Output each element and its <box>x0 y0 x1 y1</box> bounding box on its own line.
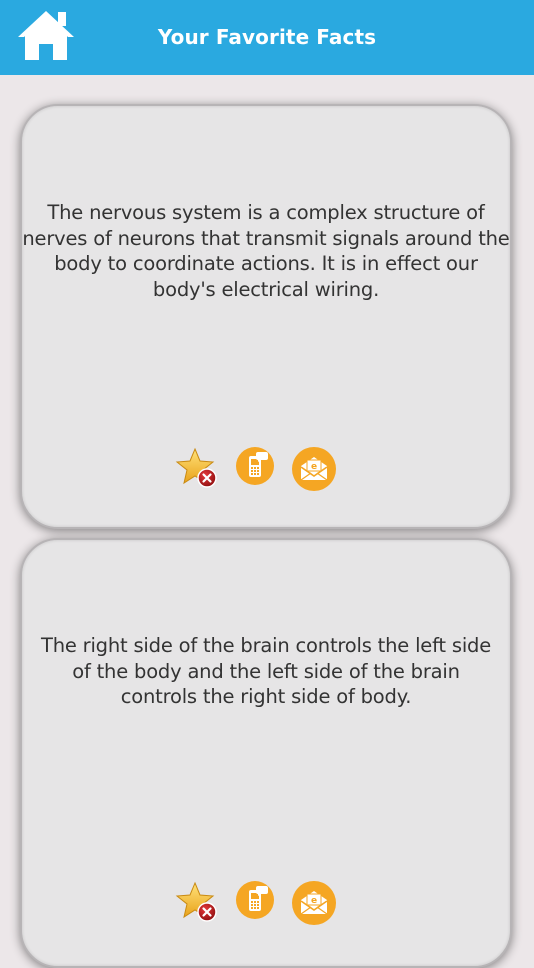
remove-favorite-icon <box>175 881 217 922</box>
fact-card: The nervous system is a complex structur… <box>20 104 512 529</box>
fact-actions: e <box>22 880 510 926</box>
svg-text:e: e <box>311 896 317 906</box>
app-header: Your Favorite Facts <box>0 0 534 75</box>
remove-favorite-button[interactable] <box>175 880 221 926</box>
page-title: Your Favorite Facts <box>157 25 377 49</box>
svg-text:e: e <box>311 462 317 472</box>
email-share-icon: e <box>292 447 336 491</box>
fact-text: The right side of the brain controls the… <box>40 634 492 708</box>
fact-text: The nervous system is a complex structur… <box>22 201 510 301</box>
sms-share-icon <box>236 881 274 919</box>
fact-actions: e <box>22 446 510 492</box>
email-share-button[interactable]: e <box>291 880 337 926</box>
sms-share-icon <box>236 447 274 485</box>
sms-share-button[interactable] <box>235 880 281 926</box>
remove-favorite-button[interactable] <box>175 446 221 492</box>
sms-share-button[interactable] <box>235 446 281 492</box>
email-share-icon: e <box>292 881 336 925</box>
remove-favorite-icon <box>175 447 217 488</box>
fact-card: The right side of the brain controls the… <box>20 538 512 968</box>
email-share-button[interactable]: e <box>291 446 337 492</box>
